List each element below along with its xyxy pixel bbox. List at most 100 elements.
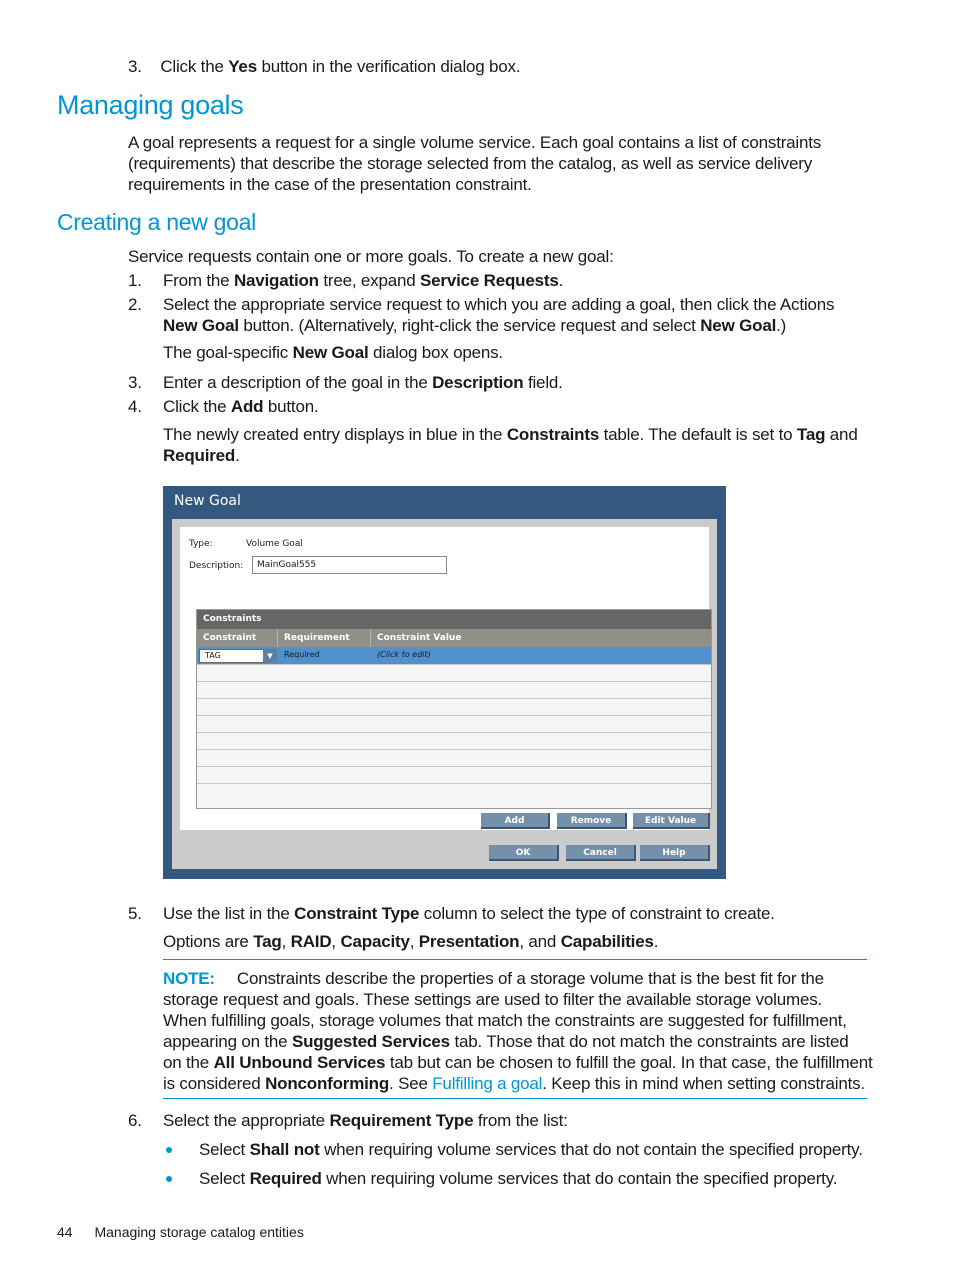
text: table. The default is set to <box>599 425 797 444</box>
text: . See <box>389 1074 433 1093</box>
description-label: Description: <box>189 561 244 571</box>
constraints-table-title: Constraints <box>197 610 711 629</box>
bold-text: New Goal <box>700 316 777 335</box>
step-number: 1. <box>128 271 142 290</box>
table-row-selected[interactable]: TAG ▼ Required (Click to edit) <box>197 647 711 665</box>
bold-text: Capabilities <box>560 932 654 951</box>
text: is considered <box>163 1074 266 1093</box>
step-number: 4. <box>128 397 142 416</box>
column-header-requirement-type[interactable]: Requirement Type <box>278 629 371 661</box>
table-row <box>197 682 711 699</box>
text: Select the appropriate <box>163 1111 330 1130</box>
dialog-body: Type: Volume Goal Description: MainGoal5… <box>172 519 717 869</box>
intro-line: requirements in the case of the presenta… <box>128 175 532 194</box>
intro-line: (requirements) that describe the storage… <box>128 154 812 173</box>
text: button in the verification dialog box. <box>256 57 521 76</box>
bold-text: New Goal <box>163 316 239 335</box>
add-button[interactable]: Add <box>481 813 550 829</box>
text: Select <box>199 1169 250 1188</box>
fulfilling-goal-link[interactable]: Fulfilling a goal <box>432 1074 542 1093</box>
step-number: 5. <box>128 904 142 923</box>
bullet-icon <box>166 1147 172 1153</box>
column-header-constraint-type[interactable]: Constraint Type <box>197 629 278 661</box>
text: when requiring volume services that do n… <box>319 1140 863 1159</box>
step-number: 3. <box>128 57 142 76</box>
bold-text: Navigation <box>233 271 319 290</box>
bold-text: Service Requests <box>420 271 559 290</box>
description-input[interactable]: MainGoal555 <box>252 556 447 574</box>
column-header-constraint-value[interactable]: Constraint Value <box>371 629 711 647</box>
text: tree, expand <box>318 271 421 290</box>
text: field. <box>523 373 563 392</box>
step-number: 6. <box>128 1111 142 1130</box>
bold-text: Required <box>249 1169 322 1188</box>
table-row <box>197 767 711 784</box>
bold-text: Description <box>432 373 524 392</box>
page-number: 44 <box>57 1224 73 1240</box>
text: column to select the type of constraint … <box>419 904 775 923</box>
cancel-button[interactable]: Cancel <box>566 845 636 861</box>
ok-button[interactable]: OK <box>489 845 559 861</box>
bold-text: Yes <box>228 57 257 76</box>
step-4-result: The newly created entry displays in blue… <box>163 424 858 466</box>
table-row <box>197 716 711 733</box>
table-row <box>197 733 711 750</box>
step-1: 1. From the Navigation tree, expand Serv… <box>128 270 563 291</box>
table-header: Constraint Type Requirement Type Constra… <box>197 629 711 661</box>
edit-value-button[interactable]: Edit Value <box>633 813 710 829</box>
chevron-down-icon[interactable]: ▼ <box>263 649 277 663</box>
note-top-rule <box>163 959 867 960</box>
page-footer: 44 Managing storage catalog entities <box>57 1224 304 1240</box>
text: . <box>235 446 240 465</box>
text: . Keep this in mind when setting constra… <box>542 1074 865 1093</box>
remove-button[interactable]: Remove <box>557 813 627 829</box>
text: tab. Those that do not match the constra… <box>449 1032 849 1051</box>
text: From the <box>163 271 234 290</box>
table-row <box>197 784 711 801</box>
bold-text: Requirement Type <box>329 1111 474 1130</box>
bullet-icon <box>166 1176 172 1182</box>
note-label: NOTE: <box>163 969 215 988</box>
dialog-title: New Goal <box>174 493 241 509</box>
intro-line: A goal represents a request for a single… <box>128 133 822 152</box>
table-row <box>197 750 711 767</box>
bullet-item: Select Shall not when requiring volume s… <box>199 1139 863 1160</box>
bold-text: New Goal <box>292 343 369 362</box>
heading-creating-goal: Creating a new goal <box>57 209 256 235</box>
constraint-type-dropdown[interactable]: TAG ▼ <box>199 649 277 663</box>
text: When fulfilling goals, storage volumes t… <box>163 1011 847 1030</box>
text: tab but can be chosen to fulfill the goa… <box>385 1053 873 1072</box>
text: button. (Alternatively, right-click the … <box>238 316 701 335</box>
lead-text: Service requests contain one or more goa… <box>128 247 614 266</box>
dialog-panel: Type: Volume Goal Description: MainGoal5… <box>180 527 712 830</box>
bold-text: RAID <box>290 932 332 951</box>
step-5-options: Options are Tag, RAID, Capacity, Present… <box>163 931 658 952</box>
text: button. <box>263 397 319 416</box>
text: .) <box>776 316 787 335</box>
bold-text: Constraints <box>506 425 600 444</box>
step-3: 3. Enter a description of the goal in th… <box>128 372 563 393</box>
text: Select <box>199 1140 250 1159</box>
requirement-type-cell[interactable]: Required <box>284 650 320 659</box>
text: from the list: <box>473 1111 568 1130</box>
dropdown-value: TAG <box>205 651 221 660</box>
bold-text: Add <box>230 397 264 416</box>
text: Click the <box>163 397 231 416</box>
new-goal-dialog: New Goal Type: Volume Goal Description: … <box>163 486 726 879</box>
text: Use the list in the <box>163 904 295 923</box>
help-button[interactable]: Help <box>640 845 710 861</box>
step-6: 6. Select the appropriate Requirement Ty… <box>128 1110 568 1131</box>
note-bottom-rule <box>163 1098 867 1099</box>
text: storage request and goals. These setting… <box>163 990 823 1009</box>
text: Click the <box>160 57 229 76</box>
footer-section-title: Managing storage catalog entities <box>94 1224 304 1240</box>
text: , <box>409 932 419 951</box>
step-4: 4. Click the Add button. <box>128 396 319 417</box>
text: The goal-specific <box>163 343 293 362</box>
bold-text: All Unbound Services <box>213 1053 386 1072</box>
bold-text: Constraint Type <box>294 904 420 923</box>
constraint-value-cell[interactable]: (Click to edit) <box>377 650 431 659</box>
bold-text: Required <box>163 446 236 465</box>
text: on the <box>163 1053 214 1072</box>
type-label: Type: <box>189 539 213 549</box>
